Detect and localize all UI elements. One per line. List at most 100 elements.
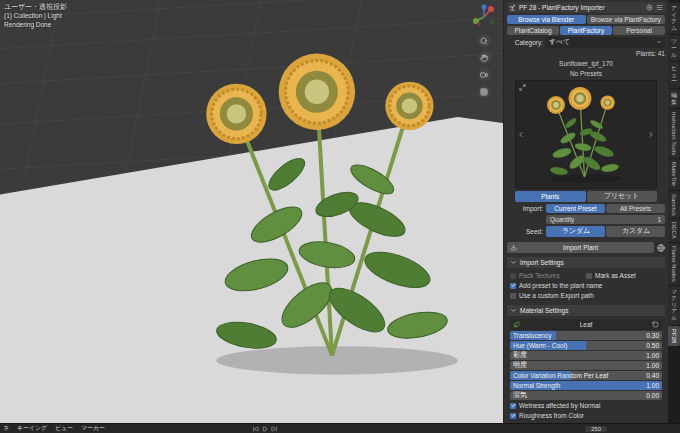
scene-render[interactable] (0, 0, 503, 423)
source-tab[interactable]: PlantFactory (560, 26, 612, 35)
timeline-menu[interactable]: ネ (3, 424, 9, 433)
leaf-icon (513, 321, 520, 328)
plants-count: Plants: 41 (507, 50, 665, 58)
checkbox[interactable] (510, 413, 516, 419)
sidebar-tab[interactable]: ツール (668, 35, 680, 61)
import-settings-header[interactable]: Import Settings (507, 257, 665, 268)
preview-tab[interactable]: プリセット (587, 191, 658, 202)
sidebar-tab[interactable]: 編集 (668, 89, 680, 108)
import-option-checkbox[interactable]: Use a custom Export path (510, 291, 662, 300)
checkbox[interactable] (510, 293, 516, 299)
material-slider[interactable]: Translucency0.30 (510, 331, 662, 340)
import-option[interactable]: Current Preset (546, 204, 605, 213)
import-option[interactable]: All Presets (606, 204, 665, 213)
import-plant-row: Import Plant (507, 242, 665, 253)
download-icon (510, 244, 517, 252)
pan-hand-icon[interactable] (478, 51, 491, 64)
material-slider[interactable]: Normal Strength1.00 (510, 381, 662, 390)
viewport-info-line: Rendering Done (4, 21, 67, 29)
expand-icon[interactable] (519, 84, 526, 92)
reset-icon[interactable] (652, 321, 659, 328)
material-slider[interactable]: 明度1.00 (510, 361, 662, 370)
sunflower-plant (206, 54, 458, 375)
browse-button[interactable]: Browse via PlantFactory (587, 15, 666, 24)
sidebar-tab[interactable]: ビュー (668, 62, 680, 88)
next-arrow-icon[interactable] (647, 130, 655, 139)
play-icon[interactable] (262, 426, 268, 432)
material-slider[interactable]: 彩度1.00 (510, 351, 662, 360)
timeline-menu[interactable]: キーイング (17, 424, 47, 433)
sidebar-tab[interactable]: マテリアル (668, 286, 680, 325)
material-slider[interactable]: Hue (Warm - Cool)0.50 (510, 341, 662, 350)
sidebar-tab[interactable]: アイテム (668, 2, 680, 34)
camera-icon[interactable] (478, 68, 491, 81)
plant-name: Sunflower_lpf_170 (507, 60, 665, 68)
import-row: Import:Current PresetAll Presets (507, 204, 665, 213)
sidebar-tab[interactable]: Instruction Tools (668, 109, 680, 158)
header-icons (646, 4, 663, 11)
chevron-down-icon (510, 307, 517, 314)
quantity-field[interactable]: Quantity1 (546, 215, 665, 224)
checkbox[interactable] (510, 273, 516, 279)
globe-icon[interactable] (657, 244, 665, 252)
zoom-icon[interactable] (478, 34, 491, 47)
material-slider[interactable]: Color Variation Random Per Leaf0.40 (510, 371, 662, 380)
sidebar-tab[interactable]: DECA (668, 219, 680, 242)
main-area: ユーザー・透視投影(1) Collection | LightRendering… (0, 0, 680, 423)
skip-forward-icon[interactable] (271, 426, 277, 432)
3d-viewport[interactable]: ユーザー・透視投影(1) Collection | LightRendering… (0, 0, 503, 423)
import-option-checkbox[interactable]: Pack Textures (510, 271, 586, 280)
skip-back-icon[interactable] (253, 426, 259, 432)
gear-icon[interactable] (646, 4, 653, 11)
navigation-controls (471, 4, 497, 98)
menu-icon[interactable] (656, 4, 663, 11)
material-settings-body: LeafTranslucency0.30Hue (Warm - Cool)0.5… (507, 318, 665, 421)
preview-tab[interactable]: Plants (515, 191, 586, 202)
category-label: Category: (507, 39, 543, 46)
sidebar-tabs: アイテムツールビュー編集Instruction ToolsMakeTile San… (668, 0, 680, 423)
leaf-section-header[interactable]: Leaf (510, 319, 662, 330)
source-tab[interactable]: Personal (613, 26, 665, 35)
category-row: Category:すべて (507, 37, 665, 48)
grid-icon[interactable] (478, 85, 491, 98)
sidebar-tab[interactable]: Sanctus (668, 191, 680, 219)
source-tabs: PlantCatalogPlantFactoryPersonal (507, 26, 665, 35)
material-slider[interactable]: 湿気0.00 (510, 391, 662, 400)
seed-label: Seed: (507, 228, 543, 235)
checkbox[interactable] (510, 403, 516, 409)
browse-buttons: Browse via BlenderBrowse via PlantFactor… (507, 15, 665, 24)
panel-title: PF 28 - PlantFactory Importer (519, 4, 643, 11)
sidebar-tab[interactable]: Flame Nodes (668, 243, 680, 285)
category-dropdown[interactable]: すべて (546, 37, 665, 48)
chevron-down-icon (656, 39, 662, 45)
browse-button[interactable]: Browse via Blender (507, 15, 586, 24)
timeline-menu[interactable]: ビュー (55, 424, 73, 433)
quantity-row: Quantity1 (507, 215, 665, 224)
seed-option[interactable]: ランダム (546, 226, 605, 237)
import-plant-button[interactable]: Import Plant (507, 242, 654, 253)
preview-tabs: Plantsプリセット (515, 191, 657, 202)
panel-header[interactable]: PF 28 - PlantFactory Importer (507, 2, 665, 13)
sidebar-tab[interactable]: MakeTile (668, 159, 680, 189)
viewport-info-line: (1) Collection | Light (4, 12, 67, 20)
plant-preview[interactable] (515, 80, 657, 190)
material-checkbox[interactable]: Roughness from Color (510, 411, 662, 420)
seed-row: Seed:ランダムカスタム (507, 226, 665, 237)
import-option-checkbox[interactable]: Mark as Asset (586, 271, 662, 280)
preset-info: No Presets (507, 70, 665, 78)
timeline-menu[interactable]: マーカー (81, 424, 105, 433)
viewport-info: ユーザー・透視投影(1) Collection | LightRendering… (4, 3, 67, 28)
checkbox[interactable] (586, 273, 592, 279)
material-settings-header[interactable]: Material Settings (507, 305, 665, 316)
sidebar-tab[interactable]: PF28 (668, 326, 680, 346)
check-icon (511, 413, 516, 418)
import-option-checkbox[interactable]: Add preset to the plant name (510, 281, 662, 290)
checkbox[interactable] (510, 283, 516, 289)
seed-option[interactable]: カスタム (606, 226, 665, 237)
material-checkbox[interactable]: Wetness affected by Normal (510, 401, 662, 410)
previous-arrow-icon[interactable] (517, 130, 525, 139)
end-frame-field[interactable]: 250 (585, 426, 607, 432)
import-settings-body: Pack TexturesMark as AssetAdd preset to … (507, 270, 665, 301)
axis-gizmo-icon[interactable] (471, 4, 497, 30)
source-tab[interactable]: PlantCatalog (507, 26, 559, 35)
